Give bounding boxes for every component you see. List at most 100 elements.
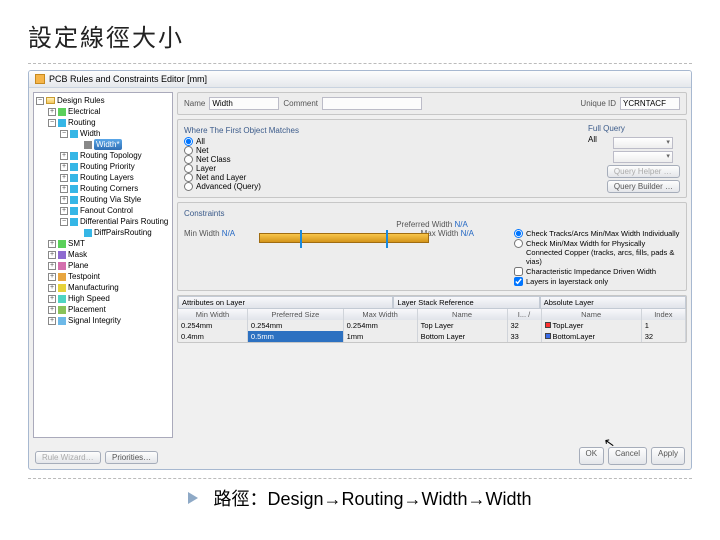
constraint-radio[interactable]: [514, 239, 523, 248]
tree-item[interactable]: Routing Corners: [80, 183, 138, 194]
uid-input[interactable]: [620, 97, 680, 110]
tree-item[interactable]: Routing Layers: [80, 172, 134, 183]
expand-icon[interactable]: +: [48, 251, 56, 259]
grid-header[interactable]: Name: [417, 309, 507, 320]
priorities-button[interactable]: Priorities…: [105, 451, 158, 464]
window-title: PCB Rules and Constraints Editor [mm]: [49, 74, 207, 84]
grid-cell[interactable]: BottomLayer: [541, 331, 641, 342]
expand-icon[interactable]: −: [48, 119, 56, 127]
tree-item[interactable]: DiffPairsRouting: [94, 227, 152, 238]
tree-item[interactable]: Routing Via Style: [80, 194, 141, 205]
expand-icon[interactable]: +: [48, 240, 56, 248]
tree-item[interactable]: Width*: [94, 139, 122, 150]
grid-cell[interactable]: 0.5mm: [247, 331, 343, 342]
expand-icon[interactable]: +: [60, 174, 68, 182]
grid-cell[interactable]: 0.4mm: [178, 331, 247, 342]
expand-icon[interactable]: +: [48, 108, 56, 116]
expand-icon[interactable]: −: [60, 218, 68, 226]
grid-cell[interactable]: Bottom Layer: [417, 331, 507, 342]
expand-icon[interactable]: +: [60, 207, 68, 215]
rule-header-panel: Name Comment Unique ID: [177, 92, 687, 115]
expand-icon[interactable]: +: [48, 284, 56, 292]
expand-icon[interactable]: −: [36, 97, 44, 105]
ok-button[interactable]: OK: [579, 447, 605, 465]
expand-icon[interactable]: +: [48, 306, 56, 314]
grid-header[interactable]: Min Width: [178, 309, 247, 320]
divider: [28, 478, 692, 479]
expand-icon[interactable]: −: [60, 130, 68, 138]
expand-icon[interactable]: +: [48, 262, 56, 270]
grid-cell[interactable]: 32: [507, 320, 541, 331]
tree-item[interactable]: Routing Topology: [80, 150, 142, 161]
rule-wizard-button[interactable]: Rule Wizard…: [35, 451, 101, 464]
tree-item[interactable]: Routing: [68, 117, 96, 128]
tree-item[interactable]: Fanout Control: [80, 205, 133, 216]
name-label: Name: [184, 99, 205, 108]
tree-item[interactable]: Width: [80, 128, 100, 139]
grid-header[interactable]: Name: [541, 309, 641, 320]
routing-icon: [58, 119, 66, 127]
query-helper-button[interactable]: Query Helper …: [607, 165, 680, 178]
match-radio[interactable]: [184, 173, 193, 182]
match-radio[interactable]: [184, 155, 193, 164]
slide-title: 設定線徑大小: [28, 18, 692, 53]
tree-item[interactable]: Routing Priority: [80, 161, 135, 172]
match-radio-label: Net Class: [196, 155, 231, 164]
routing-icon: [70, 207, 78, 215]
grid-header[interactable]: Preferred Size: [247, 309, 343, 320]
expand-icon[interactable]: +: [48, 273, 56, 281]
si-icon: [58, 317, 66, 325]
tree-item[interactable]: Signal Integrity: [68, 315, 121, 326]
tree-item[interactable]: Placement: [68, 304, 106, 315]
routing-icon: [70, 196, 78, 204]
expand-icon[interactable]: +: [48, 317, 56, 325]
table-row[interactable]: 0.4mm0.5mm1mmBottom Layer33BottomLayer32: [178, 331, 686, 342]
mfg-icon: [58, 284, 66, 292]
routing-icon: [70, 152, 78, 160]
constraint-checkbox[interactable]: [514, 277, 523, 286]
expand-icon[interactable]: +: [60, 196, 68, 204]
comment-input[interactable]: [322, 97, 422, 110]
constraint-radio[interactable]: [514, 229, 523, 238]
match-radio-label: Layer: [196, 164, 216, 173]
grid-cell[interactable]: 33: [507, 331, 541, 342]
netclass-combo[interactable]: [613, 151, 673, 163]
grid-cell[interactable]: 0.254mm: [178, 320, 247, 331]
tree-item[interactable]: Testpoint: [68, 271, 100, 282]
constraint-checkbox[interactable]: [514, 267, 523, 276]
expand-icon[interactable]: +: [60, 185, 68, 193]
match-radio[interactable]: [184, 146, 193, 155]
expand-icon[interactable]: +: [60, 163, 68, 171]
tree-item[interactable]: Mask: [68, 249, 87, 260]
tree-item[interactable]: Plane: [68, 260, 88, 271]
grid-header[interactable]: I... /: [507, 309, 541, 320]
tree-root[interactable]: Design Rules: [57, 95, 105, 106]
tree-item[interactable]: Manufacturing: [68, 282, 119, 293]
name-input[interactable]: [209, 97, 279, 110]
grid-header[interactable]: Max Width: [343, 309, 417, 320]
net-combo[interactable]: [613, 137, 673, 149]
expand-icon[interactable]: +: [48, 295, 56, 303]
tree-item[interactable]: SMT: [68, 238, 85, 249]
grid-header[interactable]: Index: [641, 309, 685, 320]
tree-item[interactable]: Electrical: [68, 106, 100, 117]
grid-cell[interactable]: 32: [641, 331, 685, 342]
tree-item[interactable]: Differential Pairs Routing: [80, 216, 168, 227]
match-radio[interactable]: [184, 137, 193, 146]
tree-item[interactable]: High Speed: [68, 293, 110, 304]
grid-cell[interactable]: 1: [641, 320, 685, 331]
table-row[interactable]: 0.254mm0.254mm0.254mmTop Layer32TopLayer…: [178, 320, 686, 331]
query-builder-button[interactable]: Query Builder …: [607, 180, 680, 193]
grid-cell[interactable]: 1mm: [343, 331, 417, 342]
match-radio[interactable]: [184, 164, 193, 173]
grid-cell[interactable]: TopLayer: [541, 320, 641, 331]
apply-button[interactable]: Apply: [651, 447, 685, 465]
expand-icon[interactable]: +: [60, 152, 68, 160]
match-radio[interactable]: [184, 182, 193, 191]
grid-cell[interactable]: 0.254mm: [247, 320, 343, 331]
cancel-button[interactable]: Cancel: [608, 447, 647, 465]
grid-cell[interactable]: 0.254mm: [343, 320, 417, 331]
grid-cell[interactable]: Top Layer: [417, 320, 507, 331]
rule-tree[interactable]: −Design Rules+Electrical−Routing−WidthWi…: [33, 92, 173, 438]
mask-icon: [58, 251, 66, 259]
